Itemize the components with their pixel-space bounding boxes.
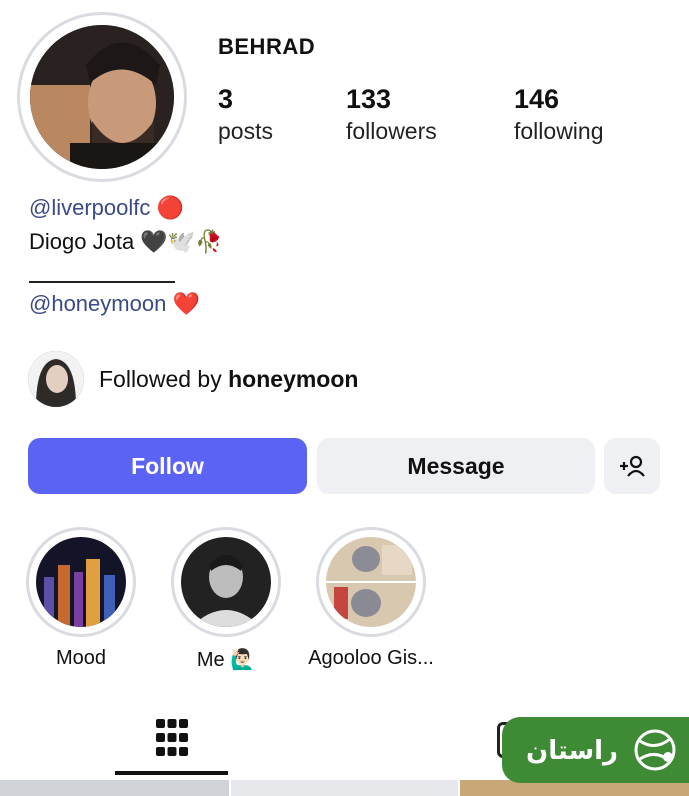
bio-mention-liverpoolfc[interactable]: @liverpoolfc bbox=[29, 195, 150, 220]
red-heart-emoji: ❤️ bbox=[172, 292, 200, 317]
highlight-agooloo-label: Agooloo Gis... bbox=[308, 647, 434, 669]
bio-line-2: Diogo Jota 🖤🕊️🥀 bbox=[29, 229, 223, 255]
following-count[interactable]: 146 bbox=[514, 84, 559, 115]
bio-mention-honeymoon[interactable]: @honeymoon bbox=[29, 291, 166, 316]
watermark-text: راستان bbox=[526, 734, 619, 765]
posts-count: 3 bbox=[218, 84, 234, 114]
add-person-icon bbox=[620, 455, 645, 477]
red-circle-emoji: 🔴 bbox=[156, 196, 184, 221]
highlight-agooloo-image[interactable] bbox=[326, 537, 416, 627]
highlight-me-image[interactable] bbox=[181, 537, 271, 627]
followed-by-name[interactable]: honeymoon bbox=[228, 366, 358, 392]
posts-label: posts bbox=[218, 118, 273, 144]
highlight-mood-image[interactable] bbox=[36, 537, 126, 627]
heart-dove-rose-emoji: 🖤🕊️🥀 bbox=[140, 230, 223, 255]
followers-count[interactable]: 133 bbox=[346, 84, 391, 115]
grid-tab-icon[interactable] bbox=[155, 718, 189, 758]
bio-line-1: @liverpoolfc 🔴 bbox=[29, 195, 184, 221]
bio-line-3: @honeymoon ❤️ bbox=[29, 291, 200, 317]
rastan-watermark-badge: راستان bbox=[502, 717, 689, 783]
profile-username: BEHRAD bbox=[218, 34, 316, 59]
followed-by-text[interactable]: Followed by honeymoon bbox=[99, 366, 358, 393]
following-label[interactable]: following bbox=[514, 118, 604, 145]
follow-button[interactable]: Follow bbox=[28, 438, 307, 494]
grid-tab-active-indicator bbox=[115, 771, 228, 775]
suggest-user-button[interactable] bbox=[604, 438, 660, 494]
tennis-ball-logo-icon bbox=[634, 729, 676, 771]
message-button[interactable]: Message bbox=[317, 438, 595, 494]
bio-divider bbox=[29, 281, 175, 283]
profile-avatar[interactable] bbox=[30, 25, 174, 169]
bio-text: Diogo Jota bbox=[29, 229, 135, 254]
followed-by-avatar[interactable] bbox=[28, 351, 84, 407]
followers-label[interactable]: followers bbox=[346, 118, 437, 145]
